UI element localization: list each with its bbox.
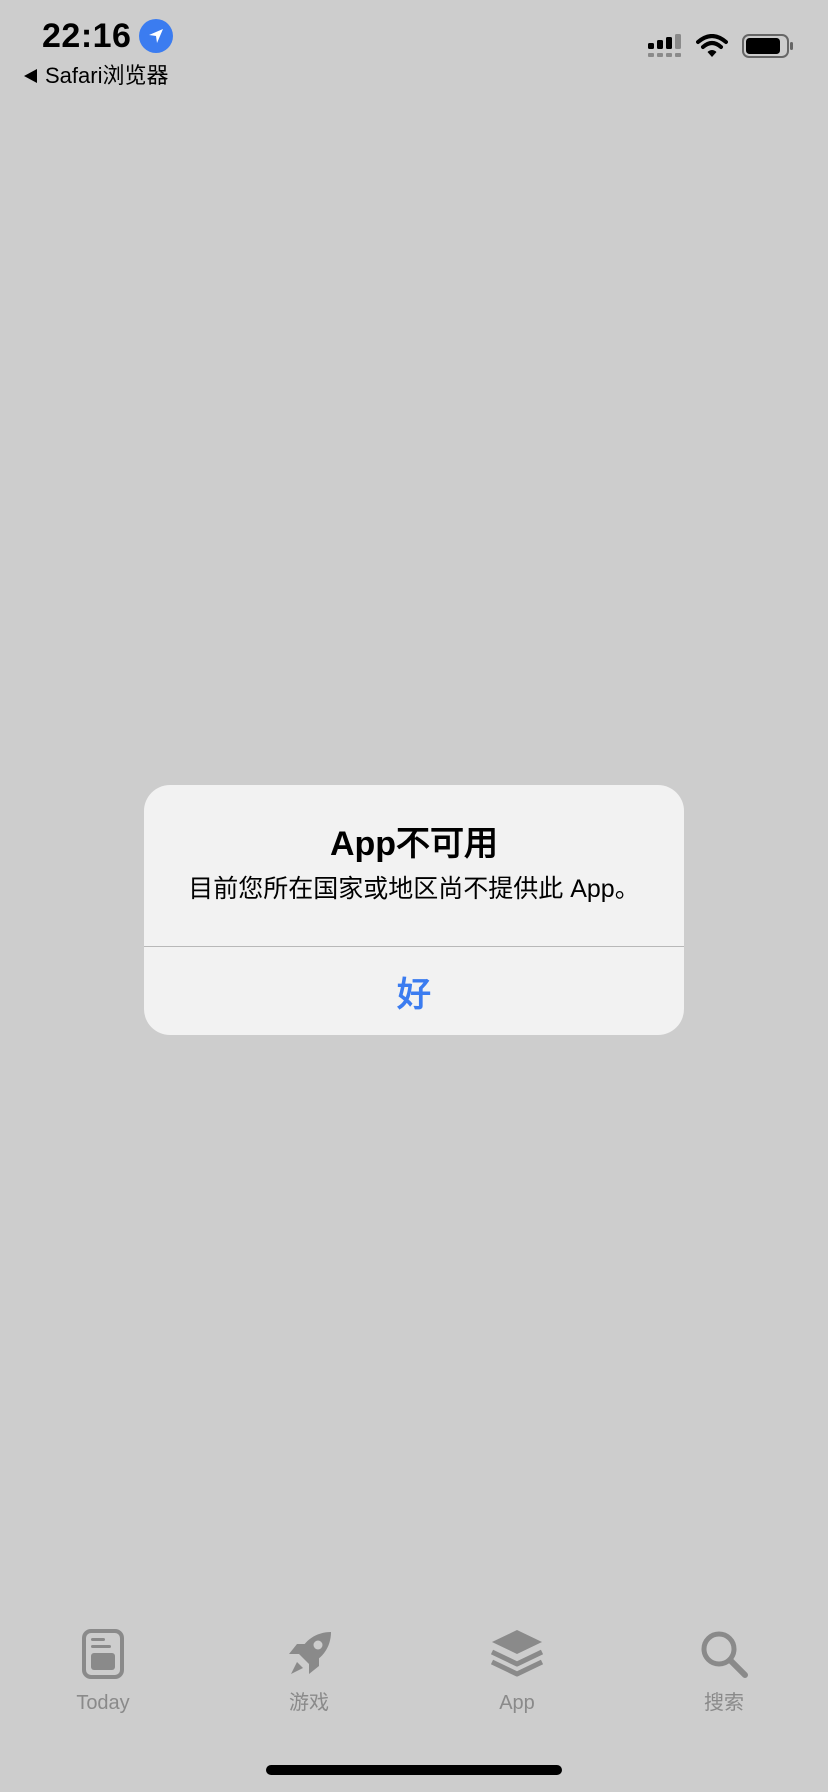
search-icon [696, 1626, 752, 1682]
today-icon [75, 1626, 131, 1682]
alert-title: App不可用 [329, 825, 499, 863]
signal-icon [648, 34, 682, 63]
battery-icon [742, 34, 794, 63]
back-to-safari-link[interactable]: Safari浏览器 [24, 62, 168, 90]
status-time-group: 22:16 [42, 14, 174, 58]
status-time: 22:16 [42, 17, 132, 55]
app-stack-icon [489, 1626, 545, 1682]
home-indicator[interactable] [266, 1765, 562, 1775]
tab-label-games: 游戏 [289, 1692, 329, 1714]
tab-games[interactable]: 游戏 [229, 1626, 389, 1736]
back-link-label: Safari浏览器 [45, 63, 169, 88]
tab-today[interactable]: Today [23, 1626, 183, 1736]
app-unavailable-alert: App不可用 目前您所在国家或地区尚不提供此 App。 好 [144, 785, 684, 1035]
status-bar: 22:16 Safari浏览器 [0, 0, 828, 100]
ok-button[interactable]: 好 [144, 947, 684, 1035]
status-indicators [648, 34, 794, 63]
tab-label-apps: App [499, 1692, 535, 1714]
tab-label-search: 搜索 [704, 1692, 744, 1714]
tab-bar: Today 游戏 App 搜索 [0, 1626, 828, 1736]
back-arrow-icon [24, 69, 37, 83]
tab-label-today: Today [76, 1692, 130, 1714]
tab-apps[interactable]: App [437, 1626, 597, 1736]
rocket-icon [281, 1626, 337, 1682]
location-icon [139, 19, 174, 53]
wifi-icon [696, 34, 728, 63]
tab-search[interactable]: 搜索 [644, 1626, 804, 1736]
alert-message: 目前您所在国家或地区尚不提供此 App。 [188, 875, 640, 903]
